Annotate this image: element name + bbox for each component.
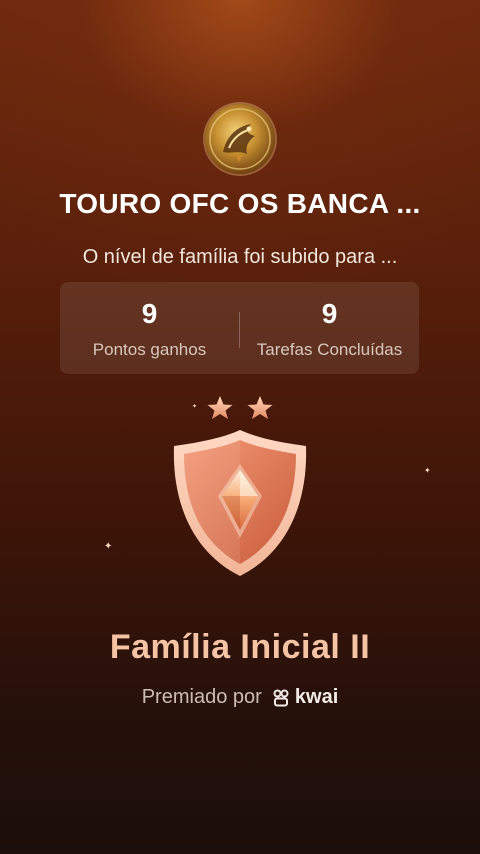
family-level-badge (173, 396, 307, 576)
kwai-brand: kwai (294, 686, 339, 709)
sparkle-icon: ✦ (424, 466, 431, 475)
stat-points-label: Pontos ganhos (92, 340, 207, 359)
star-icon (207, 396, 233, 419)
stat-tasks-label: Tarefas Concluídas (256, 340, 403, 359)
awarded-by-label: Premiado por (141, 686, 262, 709)
star-icon (247, 396, 273, 419)
dragon-emblem-icon (209, 108, 271, 170)
badge-level-title: Família Inicial II (109, 628, 371, 666)
awarded-by-row: Premiado por kwai (0, 686, 480, 709)
stat-tasks: 9 Tarefas Concluídas (240, 282, 419, 374)
stat-tasks-value: 9 (321, 298, 338, 329)
stats-panel: 9 Pontos ganhos 9 Tarefas Concluídas (60, 282, 419, 374)
stat-points-value: 9 (141, 298, 158, 329)
kwai-logo-icon (273, 689, 289, 707)
sparkle-icon: ✦ (104, 541, 113, 552)
group-avatar (205, 104, 275, 174)
stat-points: 9 Pontos ganhos (60, 282, 239, 374)
level-up-message: O nível de família foi subido para ... (82, 246, 398, 268)
group-name: TOURO OFC OS BANCA ... (59, 188, 421, 219)
